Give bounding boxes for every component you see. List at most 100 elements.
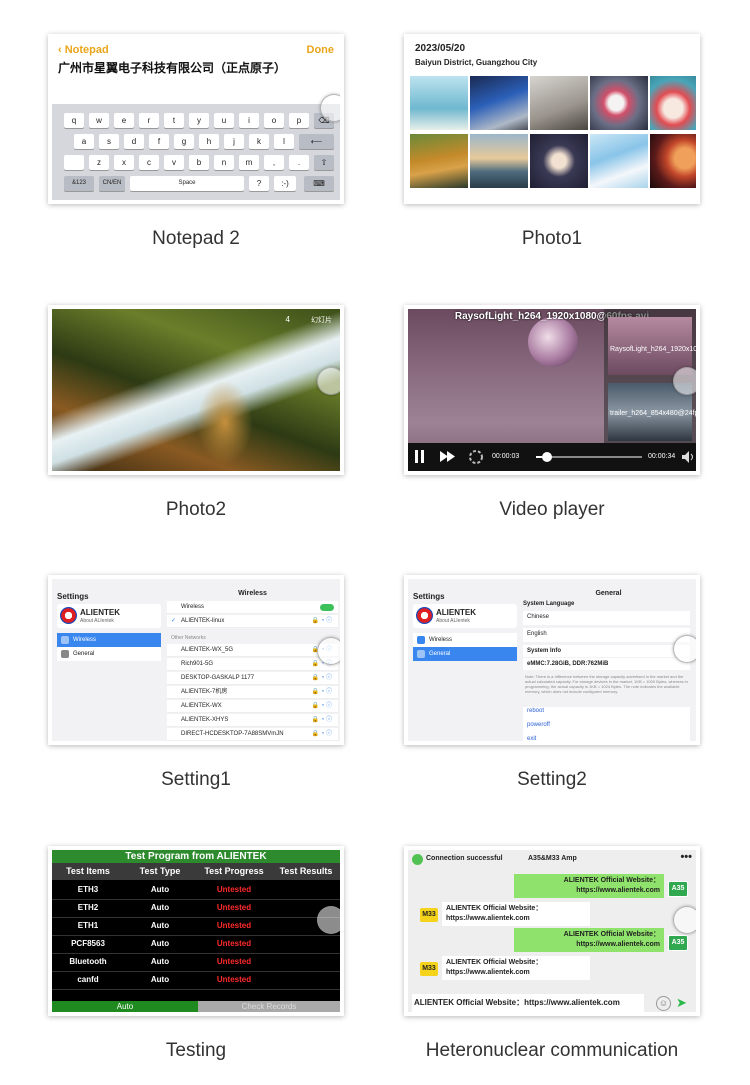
seek-bar[interactable] [536,456,642,458]
key[interactable]: x [114,155,134,170]
network-info-icon[interactable]: 🔒 ◔ ⓘ [312,714,332,727]
network-info-icon[interactable]: 🔒 ◔ ⓘ [312,615,332,628]
photo2-card[interactable]: 4 幻灯片 [48,305,344,475]
key[interactable]: b [189,155,209,170]
network-row[interactable]: ALIENTEK-7机房 🔒 ◔ ⓘ [167,686,338,699]
testing-card[interactable]: Test Program from ALIENTEK Test Items Te… [48,846,344,1016]
photo-thumbnail[interactable] [650,134,696,188]
key[interactable]: d [124,134,144,149]
table-row[interactable]: PCF8563 Auto Untested [52,935,340,954]
hide-keyboard-key[interactable]: ⌨ [304,176,334,191]
network-info-icon[interactable]: 🔒 ◔ ⓘ [312,686,332,699]
photo-thumbnail[interactable] [530,76,588,130]
key[interactable]: v [164,155,184,170]
poweroff-button[interactable]: poweroff [527,722,550,728]
network-info-icon[interactable]: 🔒 ◔ ⓘ [312,700,332,713]
key[interactable]: w [89,113,109,128]
key[interactable]: y [189,113,209,128]
language-option-english[interactable]: English [523,628,690,642]
key[interactable]: t [164,113,184,128]
back-button[interactable]: ‹ Notepad [58,44,109,56]
key[interactable]: p [289,113,309,128]
sidebar-item-general[interactable]: General [57,647,161,661]
key[interactable]: ? [249,176,269,191]
enter-key[interactable]: ⟵ [299,134,334,149]
key[interactable]: z [89,155,109,170]
more-icon[interactable]: ••• [680,851,692,863]
shift-key[interactable]: ⇧ [314,155,334,170]
network-row[interactable]: ALIENTEK-WX_5G🔒 ◔ ⓘ [167,644,338,657]
symbols-key[interactable]: &123 [64,176,94,191]
playlist-item-label[interactable]: RaysofLight_h264_1920x1080@60fps.avi [610,345,696,354]
message-input[interactable]: ALIENTEK Official Website：https://www.al… [412,994,644,1012]
key[interactable]: r [139,113,159,128]
key[interactable]: g [174,134,194,149]
key[interactable]: n [214,155,234,170]
note-text[interactable]: 广州市星翼电子科技有限公司（正点原子） [58,59,286,76]
done-button[interactable]: Done [307,44,335,56]
table-row[interactable]: ETH3 Auto Untested [52,881,340,900]
sidebar-item-wireless[interactable]: Wireless [413,633,517,647]
connected-network-row[interactable]: ✓ ALIENTEK-linux 🔒 ◔ ⓘ [167,615,338,628]
fast-forward-icon[interactable] [440,451,456,462]
table-row[interactable]: ETH1 Auto Untested [52,917,340,936]
key[interactable]: h [199,134,219,149]
network-info-icon[interactable]: 🔒 ◔ ⓘ [312,728,332,741]
chat-message-sent[interactable]: ALIENTEK Official Website：https://www.al… [514,928,664,952]
setting1-card[interactable]: Settings ALIENTEK About ALIentek Wireles… [48,575,344,745]
check-records-button[interactable]: Check Records [198,1001,340,1012]
setting2-card[interactable]: Settings ALIENTEK About ALIentek Wireles… [404,575,700,745]
network-row[interactable]: DIRECT-HCDESKTOP-7A88SMVmJN 🔒 ◔ ⓘ [167,728,338,741]
photo-thumbnail[interactable] [590,134,648,188]
blank-key[interactable] [64,155,84,170]
photo-thumbnail[interactable] [650,76,696,130]
key[interactable]: o [264,113,284,128]
table-row[interactable]: canfd Auto Untested [52,971,340,990]
photo-thumbnail[interactable] [410,134,468,188]
photo-thumbnail[interactable] [410,76,468,130]
sidebar-item-general[interactable]: General [413,647,517,661]
key[interactable]: i [239,113,259,128]
language-option-chinese[interactable]: Chinese [523,611,690,625]
notepad-card[interactable]: ‹ Notepad Done 广州市星翼电子科技有限公司（正点原子） q w e… [48,34,344,204]
key[interactable]: u [214,113,234,128]
key[interactable]: s [99,134,119,149]
slideshow-button[interactable]: 幻灯片 [311,315,332,325]
exit-button[interactable]: exit [527,736,536,741]
photo-view[interactable] [52,309,340,471]
key[interactable]: c [139,155,159,170]
wireless-toggle[interactable] [320,604,334,611]
network-info-icon[interactable]: 🔒 ◔ ⓘ [312,672,332,685]
wireless-toggle-row[interactable]: Wireless [167,601,338,614]
chat-message-received[interactable]: ALIENTEK Official Website：https://www.al… [442,956,590,980]
key[interactable]: a [74,134,94,149]
key[interactable]: k [249,134,269,149]
pause-icon[interactable] [414,450,426,463]
volume-icon[interactable] [682,451,694,463]
loop-icon[interactable] [468,449,484,465]
photo-thumbnail[interactable] [470,134,528,188]
language-key[interactable]: CN/EN [99,176,125,191]
network-row[interactable]: ALIENTEK-WX 🔒 ◔ ⓘ [167,700,338,713]
network-row[interactable]: ALIENTEK-XHYS 🔒 ◔ ⓘ [167,714,338,727]
smiley-key[interactable]: :-) [274,176,296,191]
account-card[interactable]: ALIENTEK About ALIentek [413,604,517,628]
key[interactable]: . [289,155,309,170]
key[interactable]: l [274,134,294,149]
network-row[interactable]: DESKTOP-GASKALP 1177 🔒 ◔ ⓘ [167,672,338,685]
key[interactable]: m [239,155,259,170]
emoji-icon[interactable]: ☺ [656,996,671,1011]
playlist-item-label[interactable]: trailer_h264_854x480@24fps.mp4 [610,409,696,418]
send-icon[interactable]: ➤ [676,996,687,1009]
chat-message-sent[interactable]: ALIENTEK Official Website：https://www.al… [514,874,664,898]
chat-card[interactable]: Connection successful A35&M33 Amp ••• AL… [404,846,700,1016]
network-row[interactable]: Rich901-5G 🔒 ◔ ⓘ [167,658,338,671]
table-row[interactable]: Bluetooth Auto Untested [52,953,340,972]
space-key[interactable]: Space [130,176,244,191]
photo-thumbnail[interactable] [470,76,528,130]
auto-test-button[interactable]: Auto [52,1001,198,1012]
key[interactable]: q [64,113,84,128]
account-card[interactable]: ALIENTEK About ALIentek [57,604,161,628]
reboot-button[interactable]: reboot [527,708,544,714]
table-row[interactable]: ETH2 Auto Untested [52,899,340,918]
